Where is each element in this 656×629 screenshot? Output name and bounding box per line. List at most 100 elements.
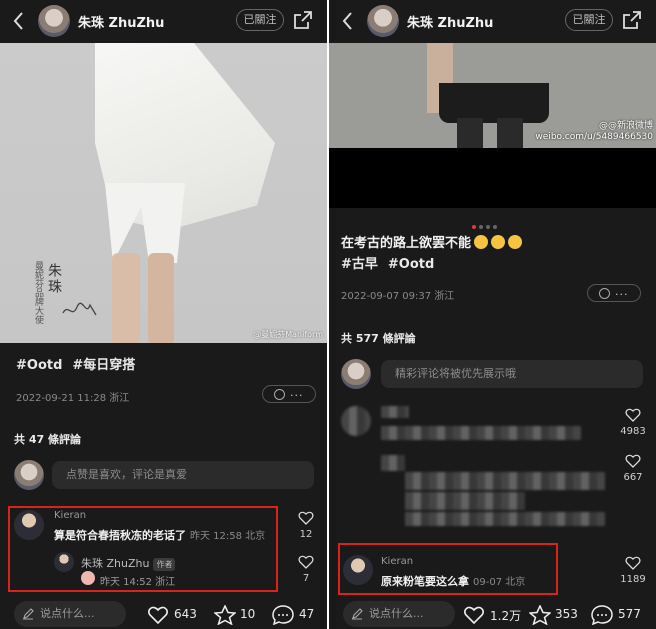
laugh-emoji-icon (474, 235, 489, 249)
comment-body: 原来粉笔要这么拿 (381, 575, 469, 588)
watermark-line: @@新浪微博 (598, 121, 653, 131)
comment-time: 09-07 北京 (473, 577, 526, 588)
commenter-avatar[interactable] (343, 555, 373, 585)
signature-icon (62, 302, 97, 316)
star-icon[interactable] (214, 605, 236, 625)
commenter-avatar[interactable] (14, 510, 44, 540)
tag-link[interactable]: #Ootd (388, 257, 434, 272)
share-icon[interactable] (622, 10, 642, 30)
caption-text: 在考古的路上欲罢不能 (341, 236, 472, 251)
star-count: 353 (555, 607, 578, 621)
blurred-comment (405, 472, 605, 490)
photo-leg (497, 118, 523, 148)
like-icon[interactable] (147, 605, 169, 625)
comment-body: 算是符合春捂秋冻的老话了 (54, 529, 186, 542)
follow-button[interactable]: 已關注 (236, 9, 284, 31)
more-dots: ... (615, 285, 629, 298)
photo-leg (457, 118, 483, 148)
blurred-like-count: 667 (623, 472, 643, 483)
left-post-panel: 朱珠 ZhuZhu 已關注 曼妮芬品牌大使 朱珠 @曼妮芬Maniform #O… (0, 0, 327, 629)
sticker-icon (81, 571, 95, 585)
comment-like-count: 12 (299, 529, 313, 540)
post-image[interactable]: 曼妮芬品牌大使 朱珠 @曼妮芬Maniform (0, 43, 327, 343)
reply-avatar[interactable] (54, 552, 74, 572)
reply-author-name[interactable]: 朱珠 ZhuZhu (81, 557, 149, 570)
say-label: 说点什么... (40, 607, 95, 620)
comment-like-count: 1189 (620, 574, 646, 585)
photo-vertical-caption: 曼妮芬品牌大使 (33, 261, 43, 324)
author-username[interactable]: 朱珠 ZhuZhu (78, 12, 164, 31)
share-icon[interactable] (293, 10, 313, 30)
laugh-emoji-icon (508, 235, 523, 249)
watermark-line: weibo.com/u/5489466530 (535, 132, 653, 142)
follow-button[interactable]: 已關注 (565, 9, 613, 31)
pen-icon (352, 608, 363, 620)
comment-input[interactable]: 精彩评论将被优先展示哦 (381, 360, 643, 388)
photo-leg (112, 253, 140, 343)
heart-icon[interactable] (625, 454, 641, 468)
blurred-avatar (341, 406, 371, 436)
right-post-panel: 朱珠 ZhuZhu 已關注 @@新浪微博 weibo.com/u/5489466… (329, 0, 656, 629)
bottom-bar: 说点什么... 1.2万 353 577 (329, 599, 656, 629)
star-count: 10 (240, 607, 256, 621)
commenter-name[interactable]: Kieran (54, 510, 86, 521)
back-arrow-icon[interactable] (339, 10, 357, 32)
photo-vertical-name: 朱珠 (46, 263, 62, 295)
heart-icon[interactable] (625, 408, 641, 422)
say-something-input[interactable]: 说点什么... (14, 601, 126, 627)
reaction-button[interactable]: ... (587, 284, 641, 302)
like-icon[interactable] (463, 605, 485, 625)
comment-total: 577 (618, 607, 641, 621)
tag-link[interactable]: #古早 (341, 257, 378, 272)
image-watermark: @曼妮芬Maniform (253, 330, 323, 339)
carousel-dots[interactable] (472, 214, 500, 233)
author-avatar[interactable] (367, 5, 399, 37)
image-watermark: @@新浪微博 weibo.com/u/5489466530 (535, 121, 653, 143)
my-avatar (341, 359, 371, 389)
comment-input[interactable]: 点赞是喜欢，评论是真爱 (52, 461, 314, 489)
tag-link[interactable]: #Ootd (16, 358, 62, 373)
blurred-comment (405, 512, 605, 526)
comment-text: 原来粉笔要这么拿 09-07 北京 (381, 573, 525, 589)
say-label: 说点什么... (369, 607, 424, 620)
post-header: 朱珠 ZhuZhu 已關注 (0, 0, 327, 42)
smiley-icon (599, 288, 610, 299)
post-tags: #古早 #Ootd (341, 253, 444, 272)
say-something-input[interactable]: 说点什么... (343, 601, 455, 627)
commenter-name[interactable]: Kieran (381, 556, 413, 567)
blurred-name (381, 406, 409, 418)
image-letterbox (329, 148, 656, 208)
post-image[interactable]: @@新浪微博 weibo.com/u/5489466530 (329, 43, 656, 148)
post-caption: 在考古的路上欲罢不能 (341, 232, 523, 251)
photo-skirt (439, 83, 549, 123)
photo-leg (148, 253, 174, 343)
blurred-like-count: 4983 (620, 426, 646, 437)
more-dots: ... (290, 386, 304, 399)
comment-total: 47 (299, 607, 315, 621)
author-avatar[interactable] (38, 5, 70, 37)
post-meta: 2022-09-07 09:37 浙江 (341, 291, 455, 302)
like-count: 643 (174, 607, 197, 621)
photo-shorts (105, 183, 185, 263)
author-username[interactable]: 朱珠 ZhuZhu (407, 12, 493, 31)
back-arrow-icon[interactable] (10, 10, 28, 32)
comment-count: 共 577 條評論 (341, 332, 416, 345)
blurred-avatar (381, 455, 405, 471)
post-meta: 2022-09-21 11:28 浙江 (16, 393, 130, 404)
my-avatar (14, 460, 44, 490)
reply-author: 朱珠 ZhuZhu 作者 (81, 555, 176, 571)
heart-icon[interactable] (298, 555, 314, 569)
like-count: 1.2万 (490, 609, 522, 623)
comment-text: 算是符合春捂秋冻的老话了 昨天 12:58 北京 (54, 527, 265, 543)
smiley-icon (274, 389, 285, 400)
reaction-button[interactable]: ... (262, 385, 316, 403)
comment-icon[interactable] (272, 605, 294, 625)
blurred-comment (381, 426, 581, 440)
comment-time: 昨天 12:58 北京 (190, 531, 266, 542)
comment-icon[interactable] (591, 605, 613, 625)
star-icon[interactable] (529, 605, 551, 625)
heart-icon[interactable] (625, 556, 641, 570)
bottom-bar: 说点什么... 643 10 47 (0, 599, 327, 629)
heart-icon[interactable] (298, 511, 314, 525)
tag-link[interactable]: #每日穿搭 (72, 358, 135, 373)
